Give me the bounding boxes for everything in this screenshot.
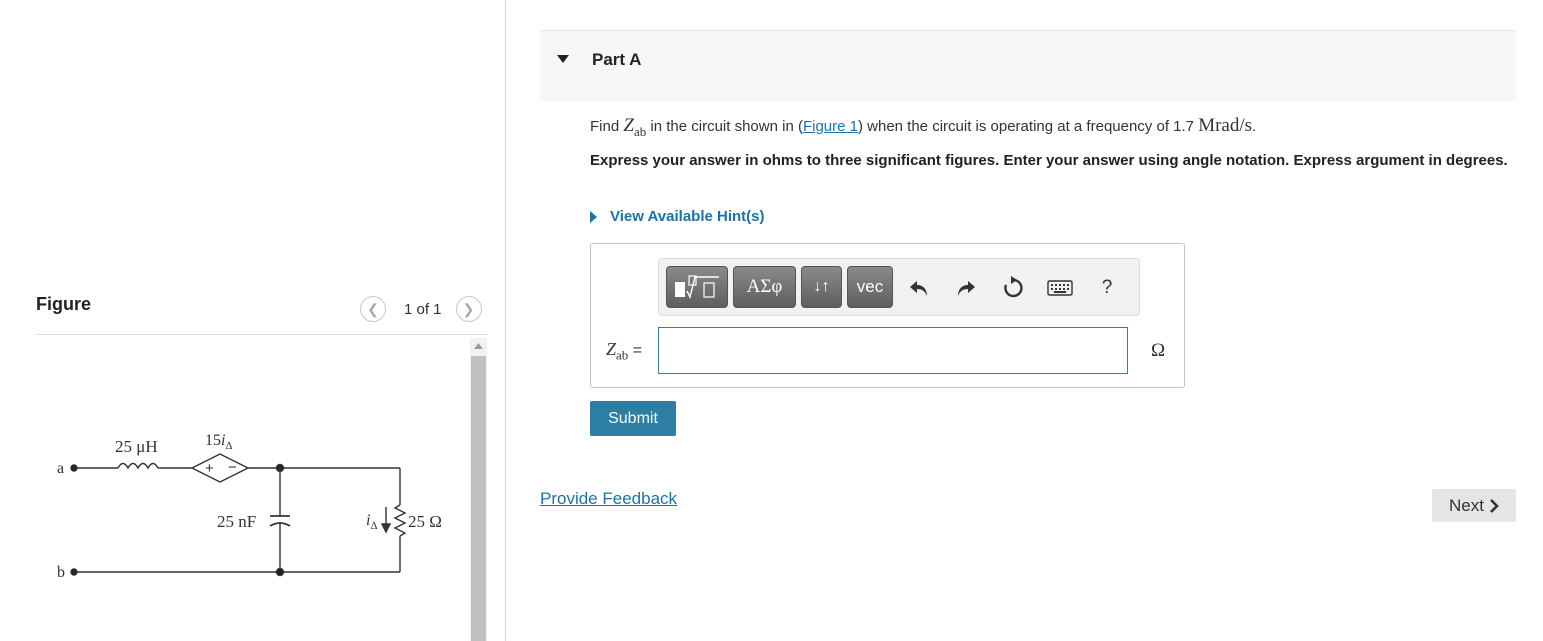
source-label: 15iΔ [205, 432, 233, 452]
unit-ohm: Ω [1151, 340, 1166, 361]
part-title: Part A [592, 50, 642, 69]
figure-pager-text: 1 of 1 [404, 300, 442, 318]
reset-button[interactable] [998, 273, 1028, 303]
provide-feedback-link[interactable]: Provide Feedback [540, 489, 677, 509]
view-hints-toggle[interactable]: View Available Hint(s) [590, 208, 765, 225]
answer-input[interactable] [658, 327, 1128, 374]
figure-pager: ❮ 1 of 1 ❯ [360, 295, 482, 323]
part-a-header[interactable]: Part A [540, 30, 1516, 101]
redo-icon [958, 281, 975, 296]
reset-icon [1004, 276, 1023, 298]
undo-button[interactable] [904, 273, 934, 303]
vector-button[interactable]: vec [847, 266, 893, 308]
figure-panel: Figure ❮ 1 of 1 ❯ a 25 μH + − 15iΔ 25 nF [0, 0, 505, 641]
figure-scrollbar[interactable] [470, 338, 487, 641]
answer-instructions: Express your answer in ohms to three sig… [590, 152, 1508, 169]
math-toolbar: ΑΣφ ↓↑ vec ? [658, 258, 1140, 316]
question-text: Find Zab in the circuit shown in (Figure… [590, 115, 1257, 139]
figure-divider [36, 334, 488, 335]
svg-text:+: + [205, 460, 214, 477]
current-label: iΔ [366, 512, 378, 532]
figure-prev-button[interactable]: ❮ [360, 296, 386, 322]
keyboard-button[interactable] [1045, 273, 1075, 303]
keyboard-icon [1047, 280, 1073, 296]
help-button[interactable]: ? [1092, 273, 1122, 303]
caret-down-icon[interactable] [557, 55, 569, 63]
scrollbar-thumb[interactable] [471, 356, 486, 641]
inductor-symbol [117, 462, 159, 470]
capacitor-label: 25 nF [217, 512, 256, 531]
templates-button[interactable] [666, 266, 728, 308]
caret-right-icon [590, 210, 597, 223]
chevron-right-icon [1490, 498, 1499, 513]
dependent-source-symbol [190, 453, 250, 483]
scroll-up-arrow-icon[interactable] [470, 338, 487, 354]
resistor-label: 25 Ω [408, 512, 442, 531]
resistor-symbol [393, 504, 407, 537]
frequency-unit: Mrad/s [1198, 115, 1253, 136]
figure-next-button[interactable]: ❯ [455, 296, 482, 322]
figure-title: Figure [36, 294, 92, 314]
inductor-label: 25 μH [115, 437, 158, 456]
next-label: Next [1449, 495, 1484, 515]
node-junction-bottom [275, 567, 285, 577]
chevron-right-icon: ❯ [462, 300, 475, 317]
chevron-left-icon: ❮ [367, 300, 379, 317]
svg-text:−: − [228, 459, 237, 476]
next-button[interactable]: Next [1432, 489, 1516, 522]
undo-icon [910, 281, 927, 296]
submit-button[interactable]: Submit [590, 401, 676, 436]
answer-box: ΑΣφ ↓↑ vec ? Zab = Ω [590, 243, 1185, 388]
sub-superscript-button[interactable]: ↓↑ [801, 266, 842, 308]
greek-symbols-button[interactable]: ΑΣφ [733, 266, 796, 308]
answer-label: Zab = [606, 339, 643, 363]
node-a-label: a [57, 460, 64, 477]
circuit-diagram: a 25 μH + − 15iΔ 25 nF 25 Ω iΔ b [57, 432, 442, 581]
current-arrow-icon [380, 523, 392, 534]
node-b-label: b [57, 564, 65, 581]
panel-divider [505, 0, 506, 641]
hints-label: View Available Hint(s) [610, 208, 765, 225]
figure-link[interactable]: Figure 1 [803, 118, 858, 135]
redo-button[interactable] [951, 273, 981, 303]
z-symbol: Zab [623, 115, 647, 139]
math-templates-icon [675, 275, 719, 300]
